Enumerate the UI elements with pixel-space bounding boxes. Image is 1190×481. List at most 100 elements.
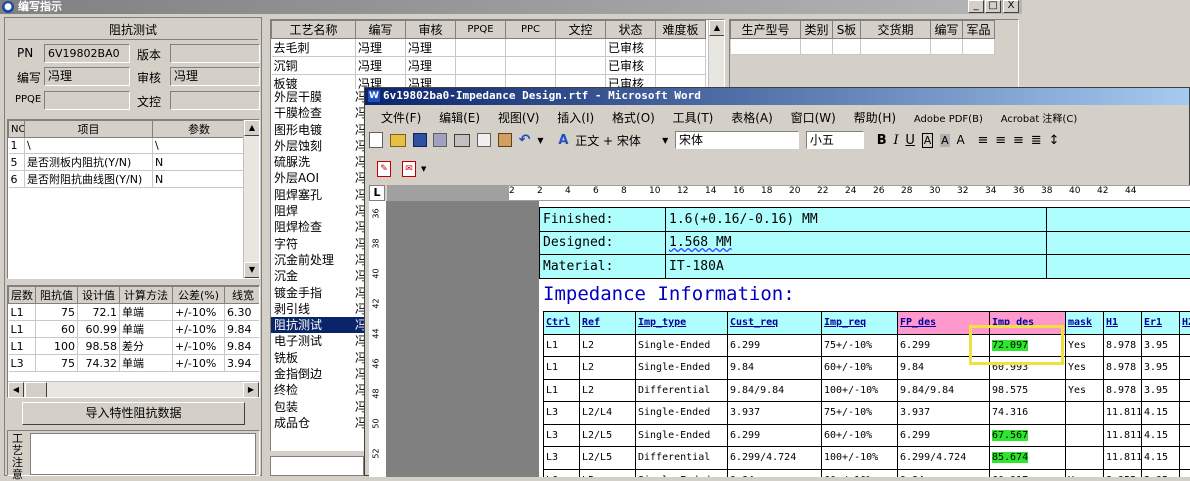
table-row[interactable]: 1 \ \ bbox=[9, 138, 246, 154]
menu-window[interactable]: 窗口(W) bbox=[791, 111, 836, 125]
permission-icon[interactable] bbox=[433, 133, 447, 147]
menu-insert[interactable]: 插入(I) bbox=[557, 111, 594, 125]
menu-adobe-pdf[interactable]: Adobe PDF(B) bbox=[914, 114, 983, 125]
params-header-item[interactable]: 项目 bbox=[25, 121, 153, 138]
process-item[interactable]: 电子测试冯 bbox=[271, 333, 364, 349]
production-header[interactable]: 类别 bbox=[801, 21, 833, 39]
process-item[interactable]: 沉金前处理冯 bbox=[271, 252, 364, 268]
process-item[interactable]: 阻焊塞孔冯 bbox=[271, 187, 364, 203]
table-row[interactable]: 6V19802BA0 bbox=[731, 39, 995, 55]
menu-acrobat[interactable]: Acrobat 注释(C) bbox=[1001, 114, 1078, 125]
process-item[interactable]: 沉金冯 bbox=[271, 268, 364, 284]
char-border-icon[interactable]: A bbox=[922, 133, 934, 148]
paste-icon[interactable] bbox=[498, 133, 512, 147]
process-item[interactable]: 镀金手指冯 bbox=[271, 285, 364, 301]
process-item[interactable]: 字符冯 bbox=[271, 236, 364, 252]
line-spacing-icon[interactable]: ↕ bbox=[1048, 133, 1059, 148]
maximize-button[interactable]: □ bbox=[985, 0, 1001, 13]
table-row[interactable]: 6 是否附阻抗曲线图(Y/N) N bbox=[9, 171, 246, 188]
process-header[interactable]: PPQE bbox=[456, 21, 506, 39]
vertical-ruler[interactable]: 363840424446485052 bbox=[369, 201, 387, 477]
imp-header[interactable]: 设计值 bbox=[78, 287, 120, 304]
process-header[interactable]: 状态 bbox=[606, 21, 656, 39]
version-field[interactable] bbox=[170, 44, 260, 63]
production-header[interactable]: 编写 bbox=[931, 21, 963, 39]
process-item[interactable]: 包装冯 bbox=[271, 399, 364, 415]
process-header[interactable]: 编写 bbox=[356, 21, 406, 39]
table-row[interactable]: L17572.1单端+/-10%6.30 bbox=[9, 304, 261, 321]
minimize-button[interactable]: _ bbox=[968, 0, 984, 13]
process-scrollbar[interactable]: ▲ bbox=[708, 20, 724, 89]
process-item[interactable]: 硫脲洗冯 bbox=[271, 154, 364, 170]
pdf-convert-icon[interactable]: ✎ bbox=[377, 161, 391, 177]
table-row[interactable]: L37574.32单端+/-10%3.94 bbox=[9, 355, 261, 372]
font-box[interactable]: 宋体 bbox=[675, 131, 799, 149]
imp-header[interactable]: 公差(%) bbox=[173, 287, 225, 304]
imp-header[interactable]: 计算方法 bbox=[120, 287, 173, 304]
toolbar-dropdown-icon[interactable]: ▼ bbox=[537, 136, 543, 145]
ppqe-field[interactable] bbox=[44, 91, 130, 110]
save-icon[interactable] bbox=[413, 133, 427, 147]
process-item[interactable]: 外层蚀刻冯 bbox=[271, 138, 364, 154]
bold-icon[interactable]: B bbox=[877, 133, 887, 148]
table-row[interactable]: 沉铜冯理冯理已审核 bbox=[272, 57, 706, 75]
menu-help[interactable]: 帮助(H) bbox=[854, 111, 896, 125]
pdf-mail-icon[interactable]: ✉ bbox=[402, 161, 416, 177]
control-field[interactable] bbox=[170, 91, 260, 110]
copy-icon[interactable] bbox=[477, 133, 491, 147]
scroll-thumb[interactable] bbox=[25, 382, 47, 398]
menu-tools[interactable]: 工具(T) bbox=[673, 111, 714, 125]
imp-header[interactable]: 线宽 bbox=[225, 287, 261, 304]
process-item[interactable]: 阻抗测试冯 bbox=[271, 317, 364, 333]
print-icon[interactable] bbox=[454, 134, 470, 147]
table-row[interactable]: 去毛刺冯理冯理已审核 bbox=[272, 39, 706, 57]
reviewer-field[interactable]: 冯理 bbox=[170, 67, 260, 86]
char-scale-icon[interactable]: A bbox=[956, 133, 964, 147]
process-item[interactable]: 阻焊检查冯 bbox=[271, 219, 364, 235]
distribute-icon[interactable]: ≣ bbox=[1031, 133, 1042, 148]
production-header[interactable]: 生产型号 bbox=[731, 21, 801, 39]
horizontal-ruler[interactable]: 2246810121416182022242628303234363840424… bbox=[387, 185, 1190, 201]
style-box[interactable]: 正文 + 宋体 bbox=[575, 132, 655, 149]
styles-icon[interactable]: A bbox=[558, 133, 568, 148]
imp-header[interactable]: 层数 bbox=[9, 287, 36, 304]
table-row[interactable]: L110098.58差分+/-10%9.84 bbox=[9, 338, 261, 355]
imp-header[interactable]: 阻抗值 bbox=[36, 287, 78, 304]
scroll-up-icon[interactable]: ▲ bbox=[709, 20, 725, 36]
document-page[interactable]: Finished:1.6(+0.16/-0.16) MM Designed:1.… bbox=[539, 201, 1190, 477]
menu-file[interactable]: 文件(F) bbox=[381, 111, 421, 125]
table-row[interactable]: L16060.99单端+/-10%9.84 bbox=[9, 321, 261, 338]
close-button[interactable]: X bbox=[1003, 0, 1019, 13]
process-item[interactable]: 图形电镀冯 bbox=[271, 122, 364, 138]
process-item[interactable]: 干膜检查冯 bbox=[271, 105, 364, 121]
scroll-left-icon[interactable]: ◀ bbox=[8, 382, 24, 398]
process-header[interactable]: 难度板 bbox=[656, 21, 706, 39]
menu-view[interactable]: 视图(V) bbox=[498, 111, 540, 125]
scroll-right-icon[interactable]: ▶ bbox=[243, 382, 259, 398]
char-shading-icon[interactable]: A bbox=[940, 134, 950, 147]
align-right-icon[interactable]: ≡ bbox=[1013, 133, 1024, 148]
imp-hscrollbar[interactable]: ◀ ▶ bbox=[8, 381, 259, 397]
process-bottom-field[interactable] bbox=[270, 456, 364, 476]
production-header[interactable]: S板 bbox=[833, 21, 861, 39]
process-header[interactable]: PPC bbox=[506, 21, 556, 39]
menu-format[interactable]: 格式(O) bbox=[612, 111, 655, 125]
style-dropdown-icon[interactable]: ▼ bbox=[662, 136, 668, 145]
tab-selector[interactable]: L bbox=[369, 185, 385, 201]
process-item[interactable]: 金指倒边冯 bbox=[271, 366, 364, 382]
process-item[interactable]: 外层AOI冯 bbox=[271, 170, 364, 186]
scroll-down-icon[interactable]: ▼ bbox=[244, 262, 260, 278]
align-justify-icon[interactable]: ≡ bbox=[978, 133, 989, 148]
underline-icon[interactable]: U bbox=[905, 133, 915, 148]
process-header[interactable]: 文控 bbox=[556, 21, 606, 39]
notes-textarea[interactable] bbox=[30, 433, 256, 475]
menu-edit[interactable]: 编辑(E) bbox=[439, 111, 480, 125]
params-header-no[interactable]: NO bbox=[9, 121, 25, 138]
process-header[interactable]: 工艺名称 bbox=[272, 21, 356, 39]
process-item[interactable]: 阻焊冯 bbox=[271, 203, 364, 219]
table-row[interactable]: 5 是否测板内阻抗(Y/N) N bbox=[9, 154, 246, 171]
size-box[interactable]: 小五 bbox=[806, 131, 864, 149]
production-header[interactable]: 交货期 bbox=[861, 21, 931, 39]
italic-icon[interactable]: I bbox=[893, 133, 898, 148]
process-item[interactable]: 剥引线冯 bbox=[271, 301, 364, 317]
